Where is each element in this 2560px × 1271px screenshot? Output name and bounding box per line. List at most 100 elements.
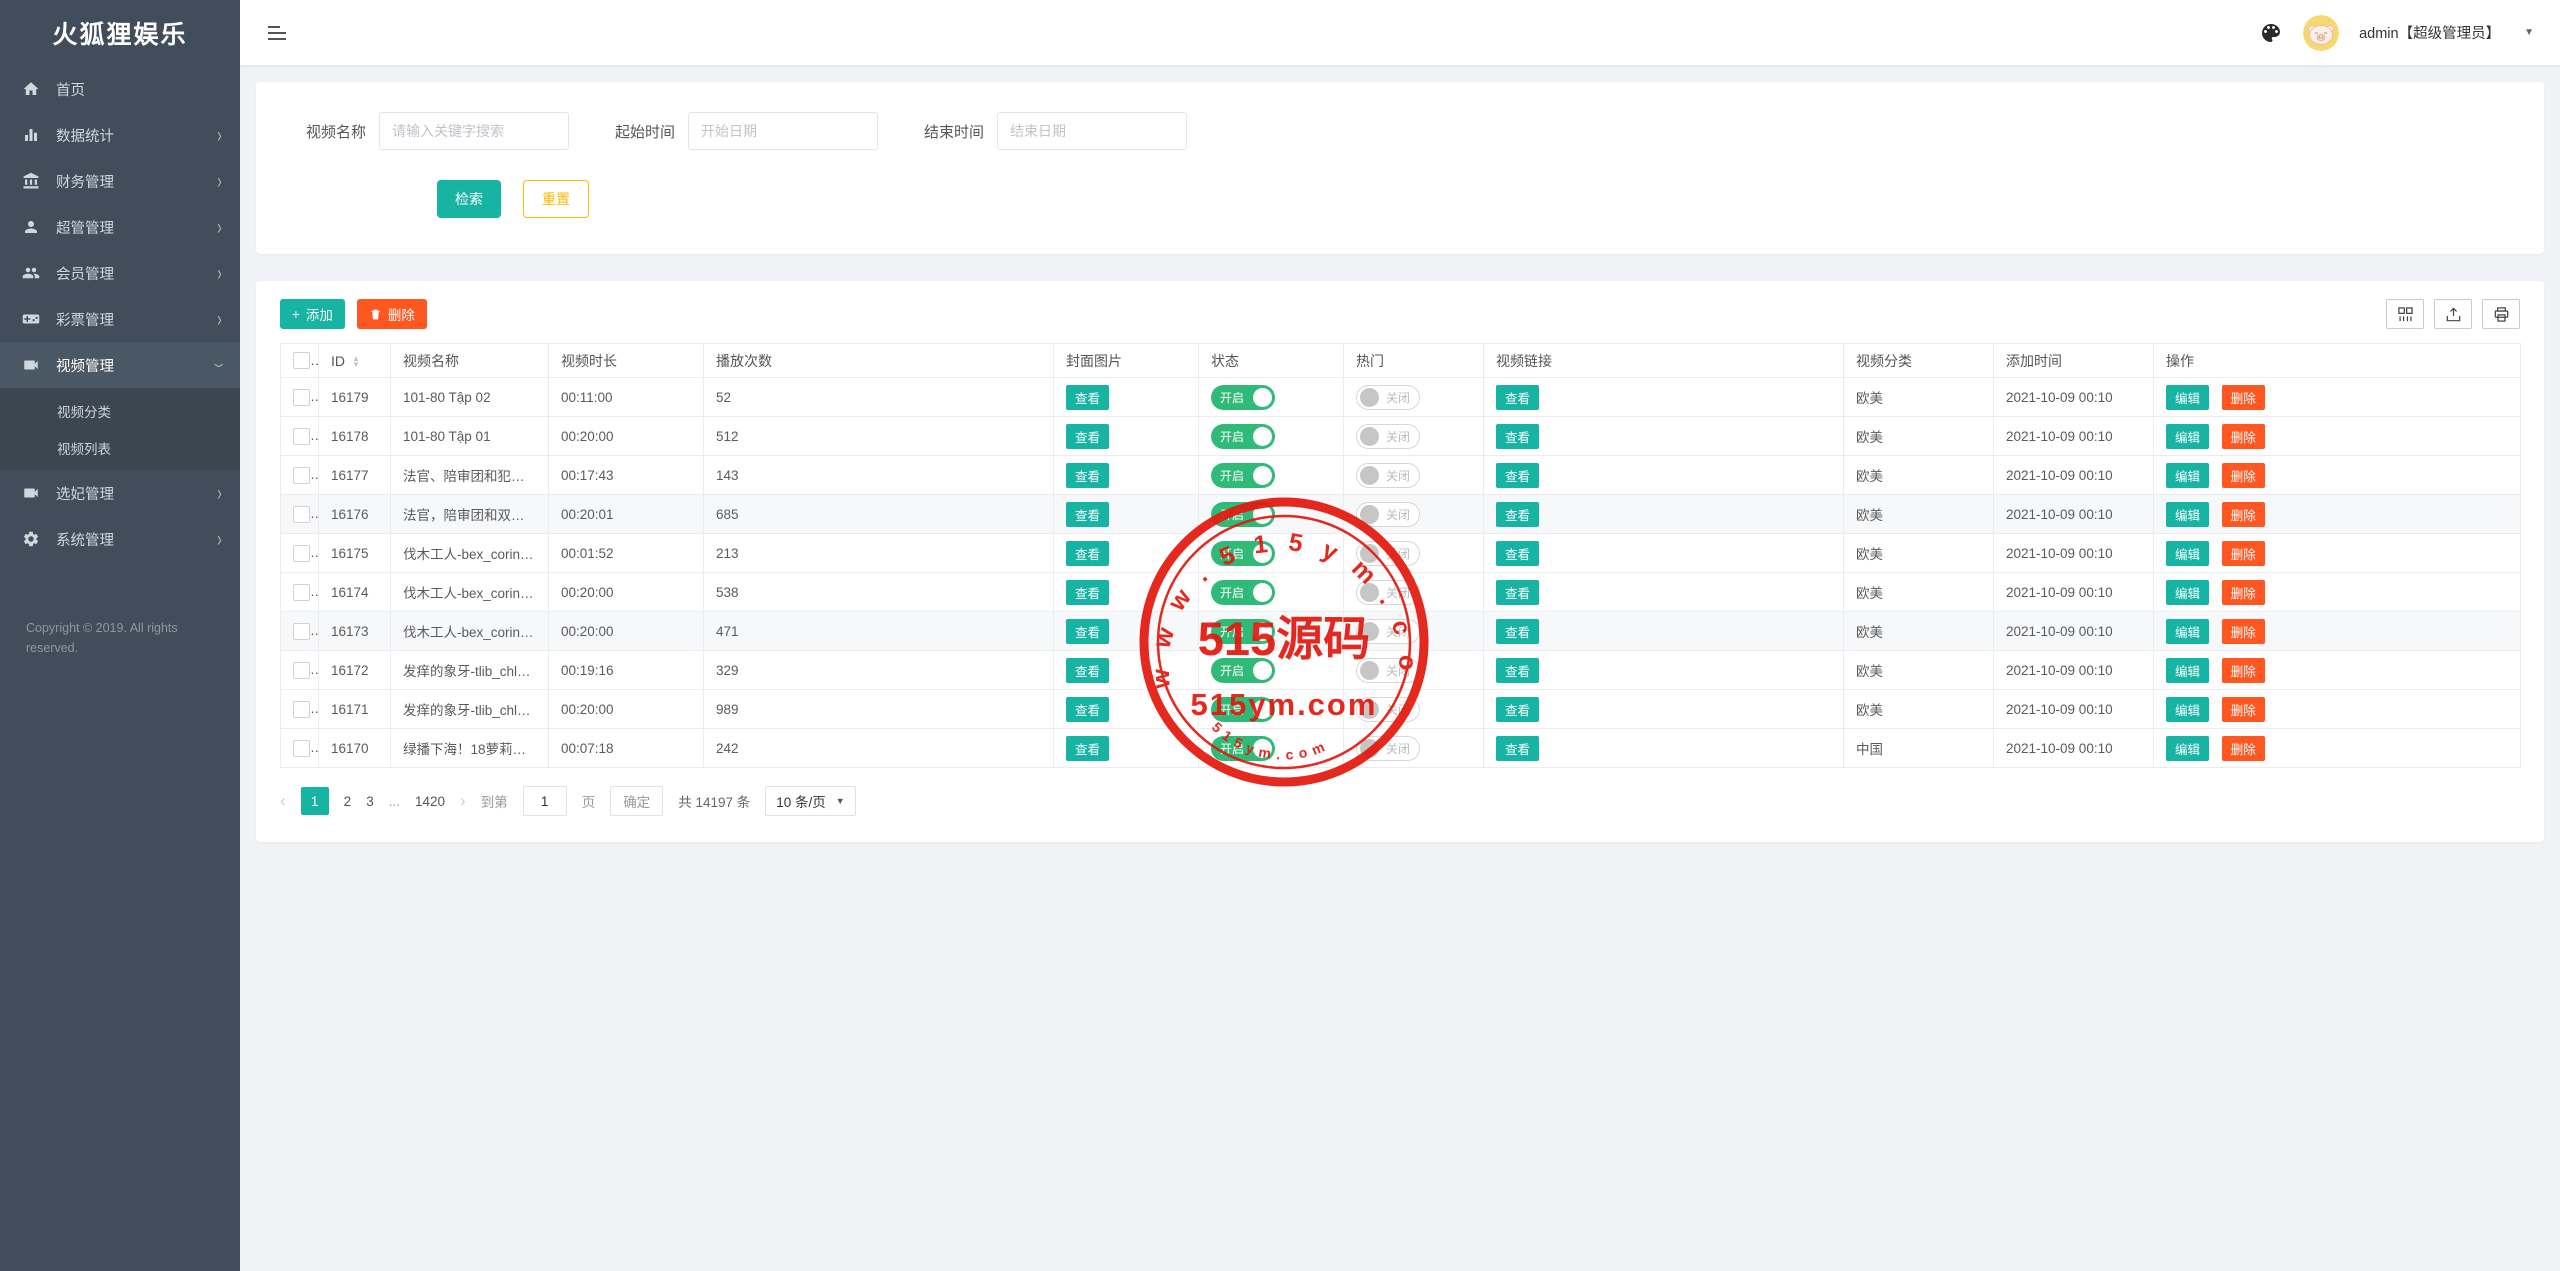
row-delete-button[interactable]: 删除 (2222, 463, 2265, 488)
add-button[interactable]: + 添加 (280, 299, 345, 329)
row-delete-button[interactable]: 删除 (2222, 736, 2265, 761)
view-link-button[interactable]: 查看 (1496, 463, 1539, 488)
user-avatar[interactable] (2303, 15, 2339, 51)
view-link-button[interactable]: 查看 (1496, 697, 1539, 722)
view-link-button[interactable]: 查看 (1496, 385, 1539, 410)
select-all-checkbox[interactable] (293, 352, 310, 369)
sidebar-item-finance[interactable]: 财务管理 › (0, 158, 240, 204)
edit-button[interactable]: 编辑 (2166, 736, 2209, 761)
row-delete-button[interactable]: 删除 (2222, 385, 2265, 410)
sidebar-item-video-category[interactable]: 视频分类 (0, 392, 240, 429)
theme-palette-icon[interactable] (2259, 21, 2283, 45)
view-cover-button[interactable]: 查看 (1066, 736, 1109, 761)
edit-button[interactable]: 编辑 (2166, 502, 2209, 527)
view-link-button[interactable]: 查看 (1496, 541, 1539, 566)
hot-toggle[interactable]: 关闭 (1356, 658, 1420, 683)
view-cover-button[interactable]: 查看 (1066, 697, 1109, 722)
view-cover-button[interactable]: 查看 (1066, 619, 1109, 644)
hot-toggle[interactable]: 关闭 (1356, 463, 1420, 488)
header-id[interactable]: ID▲▼ (319, 344, 391, 378)
status-toggle[interactable]: 开启 (1211, 463, 1275, 488)
hot-toggle[interactable]: 关闭 (1356, 385, 1420, 410)
edit-button[interactable]: 编辑 (2166, 385, 2209, 410)
edit-button[interactable]: 编辑 (2166, 463, 2209, 488)
per-page-select[interactable]: 10 条/页 ▼ (765, 786, 855, 816)
row-checkbox[interactable] (293, 467, 310, 484)
row-delete-button[interactable]: 删除 (2222, 697, 2265, 722)
view-cover-button[interactable]: 查看 (1066, 385, 1109, 410)
hot-toggle[interactable]: 关闭 (1356, 619, 1420, 644)
sidebar-item-video[interactable]: 视频管理 › (0, 342, 240, 388)
view-cover-button[interactable]: 查看 (1066, 658, 1109, 683)
view-link-button[interactable]: 查看 (1496, 424, 1539, 449)
row-delete-button[interactable]: 删除 (2222, 502, 2265, 527)
status-toggle[interactable]: 开启 (1211, 541, 1275, 566)
status-toggle[interactable]: 开启 (1211, 736, 1275, 761)
sidebar-item-admins[interactable]: 超管管理 › (0, 204, 240, 250)
filter-columns-button[interactable] (2386, 299, 2424, 329)
view-cover-button[interactable]: 查看 (1066, 580, 1109, 605)
goto-page-input[interactable] (523, 786, 567, 816)
view-cover-button[interactable]: 查看 (1066, 541, 1109, 566)
sort-icon[interactable]: ▲▼ (352, 356, 360, 368)
batch-delete-button[interactable]: 删除 (357, 299, 427, 329)
view-link-button[interactable]: 查看 (1496, 658, 1539, 683)
end-date-input[interactable] (997, 112, 1187, 150)
page-number[interactable]: 3 (366, 794, 374, 809)
view-link-button[interactable]: 查看 (1496, 502, 1539, 527)
user-name[interactable]: admin【超级管理员】 (2359, 22, 2500, 43)
page-number[interactable]: 2 (344, 794, 352, 809)
row-checkbox[interactable] (293, 506, 310, 523)
row-checkbox[interactable] (293, 428, 310, 445)
row-delete-button[interactable]: 删除 (2222, 580, 2265, 605)
view-link-button[interactable]: 查看 (1496, 736, 1539, 761)
confirm-page-button[interactable]: 确定 (610, 786, 663, 816)
sidebar-item-stats[interactable]: 数据统计 › (0, 112, 240, 158)
row-delete-button[interactable]: 删除 (2222, 619, 2265, 644)
status-toggle[interactable]: 开启 (1211, 385, 1275, 410)
hot-toggle[interactable]: 关闭 (1356, 502, 1420, 527)
status-toggle[interactable]: 开启 (1211, 658, 1275, 683)
hot-toggle[interactable]: 关闭 (1356, 424, 1420, 449)
edit-button[interactable]: 编辑 (2166, 541, 2209, 566)
sidebar-item-video-list[interactable]: 视频列表 (0, 429, 240, 466)
hot-toggle[interactable]: 关闭 (1356, 580, 1420, 605)
row-checkbox[interactable] (293, 584, 310, 601)
row-checkbox[interactable] (293, 662, 310, 679)
video-name-input[interactable] (379, 112, 569, 150)
edit-button[interactable]: 编辑 (2166, 580, 2209, 605)
sidebar-item-system[interactable]: 系统管理 › (0, 516, 240, 562)
edit-button[interactable]: 编辑 (2166, 697, 2209, 722)
edit-button[interactable]: 编辑 (2166, 658, 2209, 683)
row-checkbox[interactable] (293, 389, 310, 406)
view-cover-button[interactable]: 查看 (1066, 502, 1109, 527)
status-toggle[interactable]: 开启 (1211, 697, 1275, 722)
status-toggle[interactable]: 开启 (1211, 502, 1275, 527)
view-link-button[interactable]: 查看 (1496, 619, 1539, 644)
page-number[interactable]: 1 (301, 787, 329, 815)
reset-button[interactable]: 重置 (523, 180, 589, 218)
status-toggle[interactable]: 开启 (1211, 580, 1275, 605)
row-delete-button[interactable]: 删除 (2222, 424, 2265, 449)
edit-button[interactable]: 编辑 (2166, 424, 2209, 449)
sidebar-item-lottery[interactable]: 彩票管理 › (0, 296, 240, 342)
start-date-input[interactable] (688, 112, 878, 150)
menu-toggle-icon[interactable] (266, 23, 290, 43)
view-cover-button[interactable]: 查看 (1066, 463, 1109, 488)
status-toggle[interactable]: 开启 (1211, 619, 1275, 644)
sidebar-item-home[interactable]: 首页 (0, 66, 240, 112)
export-button[interactable] (2434, 299, 2472, 329)
sidebar-item-members[interactable]: 会员管理 › (0, 250, 240, 296)
row-delete-button[interactable]: 删除 (2222, 541, 2265, 566)
row-checkbox[interactable] (293, 701, 310, 718)
status-toggle[interactable]: 开启 (1211, 424, 1275, 449)
user-dropdown-caret-icon[interactable]: ▼ (2524, 27, 2534, 38)
row-checkbox[interactable] (293, 545, 310, 562)
search-button[interactable]: 检索 (437, 180, 501, 218)
view-link-button[interactable]: 查看 (1496, 580, 1539, 605)
next-page-icon[interactable]: › (460, 791, 466, 811)
edit-button[interactable]: 编辑 (2166, 619, 2209, 644)
view-cover-button[interactable]: 查看 (1066, 424, 1109, 449)
sidebar-item-concubine[interactable]: 选妃管理 › (0, 470, 240, 516)
hot-toggle[interactable]: 关闭 (1356, 541, 1420, 566)
